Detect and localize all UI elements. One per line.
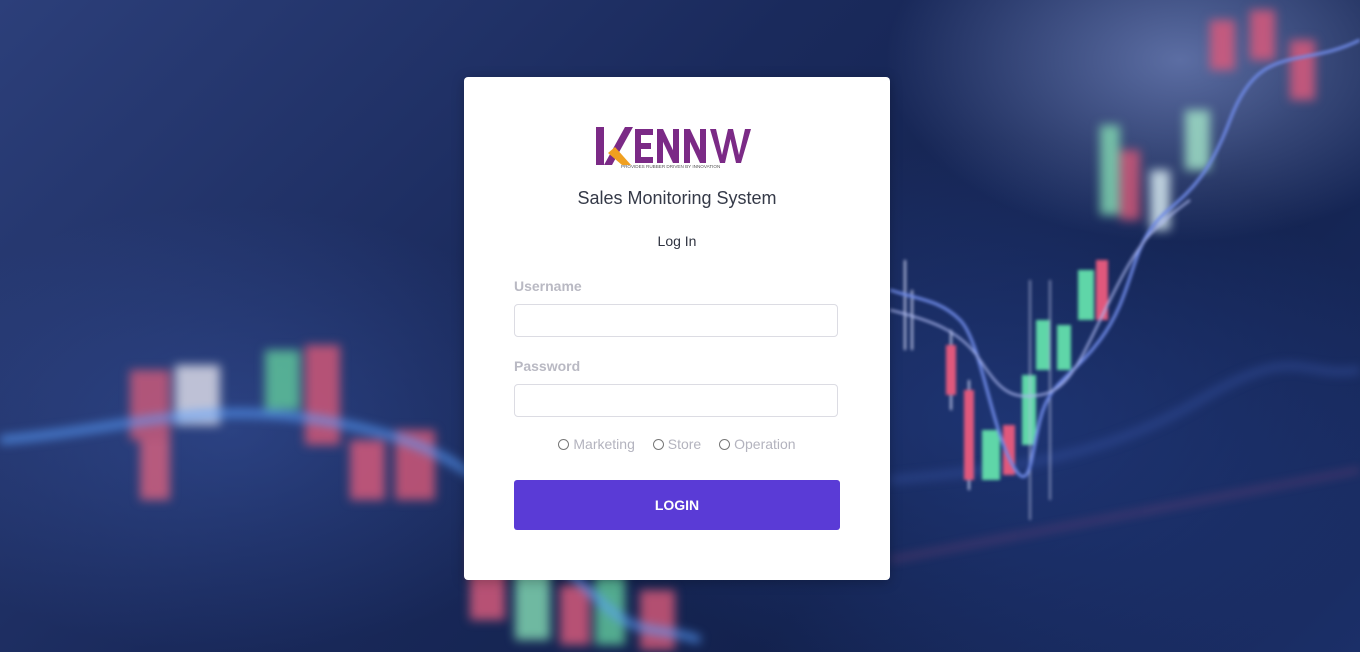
password-label: Password: [514, 358, 581, 374]
login-button[interactable]: LOGIN: [514, 480, 840, 530]
role-radio-group: Marketing Store Operation: [464, 436, 890, 453]
role-label: Marketing: [573, 436, 635, 452]
role-radio-store[interactable]: Store: [652, 436, 702, 452]
page-title: Sales Monitoring System: [577, 188, 777, 208]
login-heading: Log In: [657, 233, 697, 249]
login-card: PROVIDES RUBBER DRIVEN BY INNOVATION Sal…: [464, 77, 890, 580]
radio-circle-icon[interactable]: [558, 438, 570, 450]
radio-circle-icon[interactable]: [652, 438, 664, 450]
role-label: Operation: [734, 436, 796, 452]
username-label: Username: [514, 278, 582, 294]
role-radio-operation[interactable]: Operation: [719, 436, 796, 452]
role-label: Store: [667, 436, 702, 452]
role-radio-marketing[interactable]: Marketing: [558, 436, 635, 452]
password-input[interactable]: [514, 384, 838, 417]
logo-tagline: PROVIDES RUBBER DRIVEN BY INNOVATION: [621, 164, 720, 169]
radio-circle-icon[interactable]: [719, 438, 731, 450]
username-input[interactable]: [514, 304, 838, 337]
kennwu-logo: PROVIDES RUBBER DRIVEN BY INNOVATION: [595, 125, 759, 169]
